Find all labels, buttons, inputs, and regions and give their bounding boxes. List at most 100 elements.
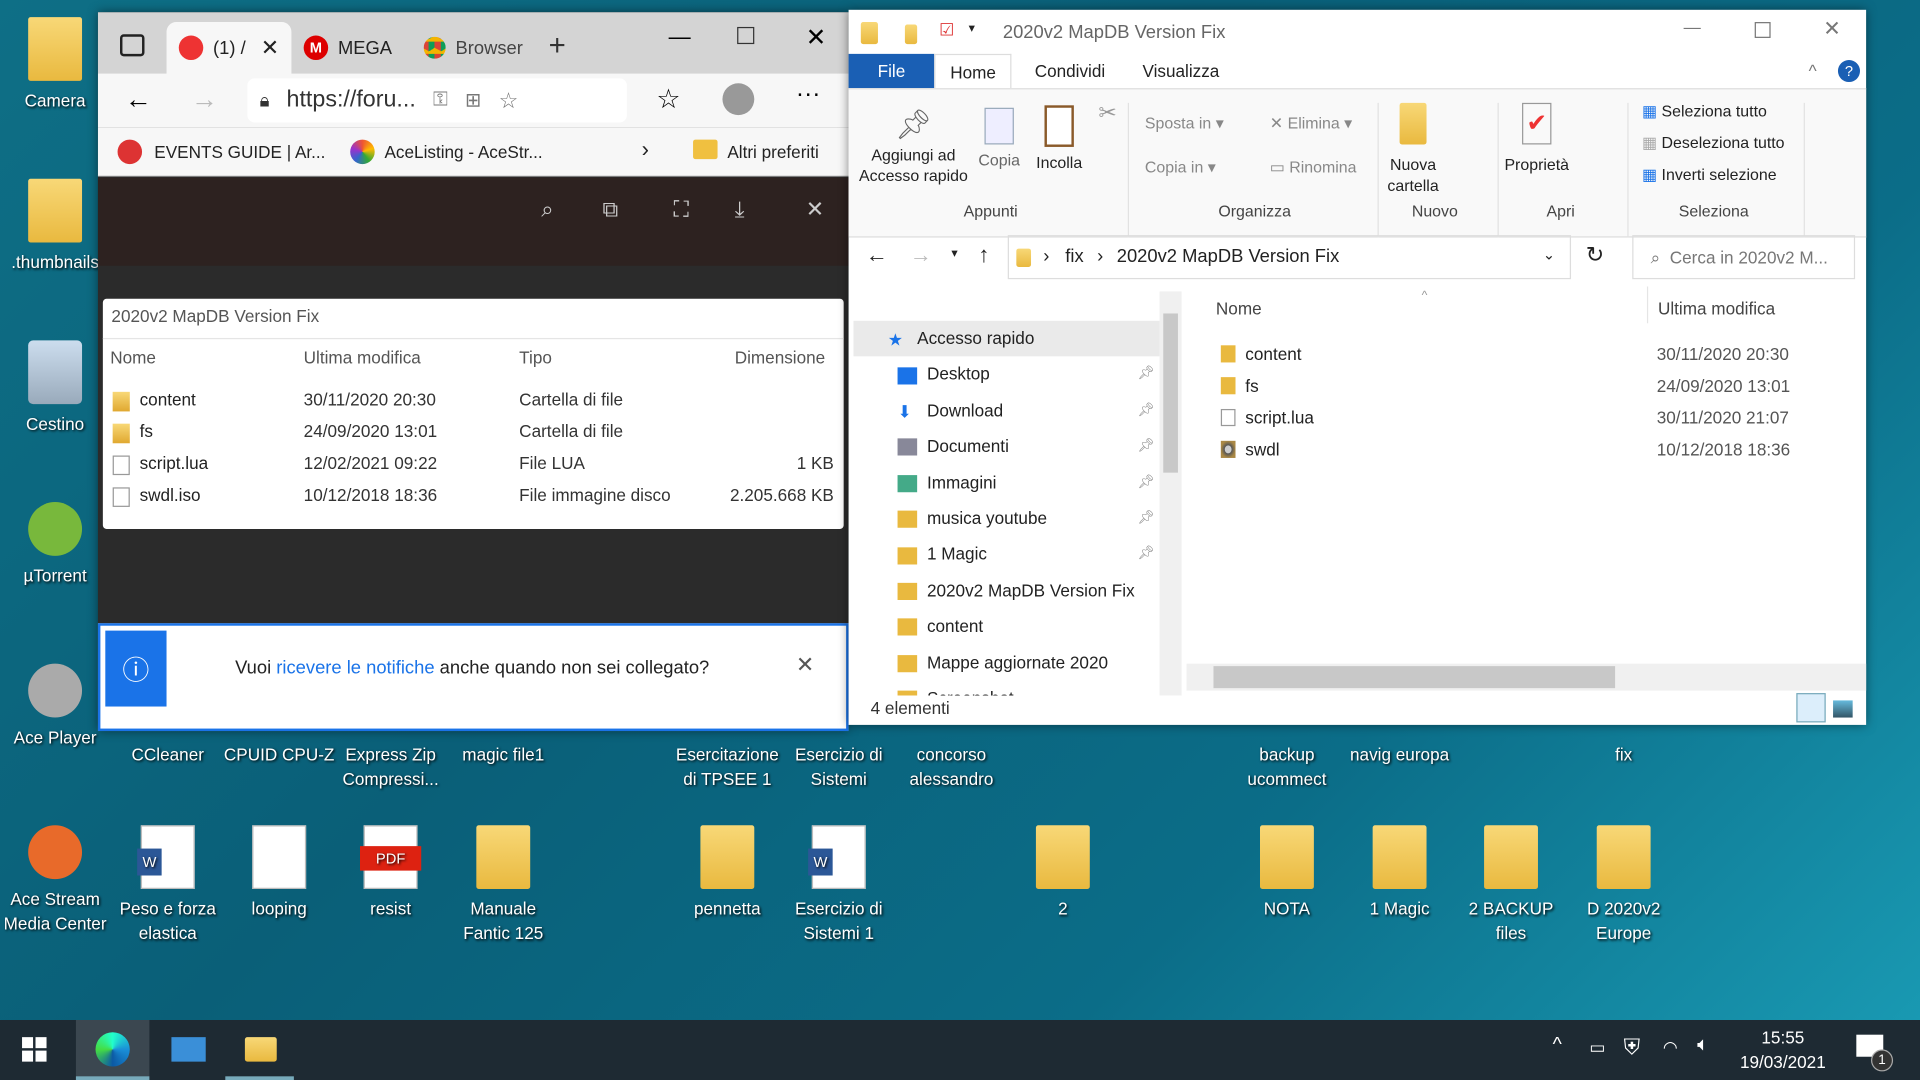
desktop-icon[interactable]: pennetta [671, 825, 784, 921]
security-shield-icon[interactable]: ⛨ [1624, 1035, 1641, 1061]
desktop-icon[interactable]: NOTA [1231, 825, 1344, 921]
tab-view[interactable]: Visualizza [1128, 54, 1234, 88]
minimize-button[interactable]: — [669, 24, 691, 50]
desktop-icon[interactable]: magic file1 [447, 742, 560, 766]
breadcrumb-current[interactable]: 2020v2 MapDB Version Fix [1117, 246, 1340, 267]
open-external-icon[interactable]: ⧉ [602, 197, 618, 223]
tab-share[interactable]: Condividi [1020, 54, 1120, 88]
desktop-icon[interactable]: Cestino [0, 340, 111, 436]
breadcrumb-fix[interactable]: fix [1065, 246, 1083, 267]
desktop-icon[interactable]: 2 BACKUP files [1455, 825, 1568, 945]
properties-button[interactable]: ✔ Proprietà [1500, 102, 1573, 175]
taskbar-explorer[interactable] [225, 1020, 294, 1080]
maximize-button[interactable] [1754, 22, 1771, 38]
favorite-acelisting[interactable]: AceListing - AceStr... [384, 142, 542, 162]
taskbar-mail[interactable] [171, 1037, 206, 1062]
pin-quick-access-button[interactable]: 📌︎ Aggiungi ad Accesso rapido [856, 108, 971, 186]
recent-locations-icon[interactable]: ▾ [951, 247, 957, 260]
desktop-icon[interactable]: D 2020v2 Europe [1567, 825, 1680, 945]
search-input[interactable]: ⌕ Cerca in 2020v2 M... [1632, 235, 1856, 280]
wifi-icon[interactable]: ◠ [1663, 1037, 1678, 1058]
other-favorites[interactable]: Altri preferiti [727, 142, 818, 162]
desktop-icon[interactable]: CPUID CPU-Z [223, 742, 336, 766]
desktop-icon[interactable]: W Esercizio di Sistemi 1 [782, 825, 895, 945]
nav-item[interactable]: content [897, 609, 1182, 645]
minimize-button[interactable]: — [1684, 17, 1701, 37]
collapse-ribbon-icon[interactable]: ^ [1809, 61, 1817, 81]
desktop-icon[interactable]: µTorrent [0, 502, 111, 588]
desktop-icon[interactable]: Express Zip Compressi... [334, 742, 447, 791]
nav-item[interactable]: Immagini 📌︎ [897, 465, 1182, 501]
copy-button[interactable]: Copia [971, 107, 1027, 170]
taskbar-edge[interactable] [75, 1020, 150, 1080]
desktop-icon[interactable]: CCleaner [111, 742, 224, 766]
enable-notifications-link[interactable]: ricevere le notifiche [276, 658, 434, 679]
col-modified[interactable]: Ultima modifica [1658, 299, 1775, 319]
copy-to-button[interactable]: Copia in ▾ [1145, 157, 1216, 178]
clock[interactable]: 15:55 19/03/2021 [1739, 1025, 1827, 1074]
close-button[interactable]: ✕ [1823, 17, 1840, 41]
desktop-icon[interactable]: Camera [0, 17, 111, 113]
add-favorite-icon[interactable]: ☆ [499, 88, 519, 114]
file-row[interactable]: swdl 10/12/2018 18:36 [1187, 433, 1867, 465]
download-icon[interactable]: ⤓ [735, 197, 745, 223]
close-viewer-icon[interactable]: ✕ [806, 197, 824, 223]
desktop-icon[interactable]: 1 Magic [1343, 825, 1456, 921]
tab-file[interactable]: File [848, 53, 935, 89]
close-notification-button[interactable]: ✕ [796, 653, 814, 679]
show-hidden-icons[interactable]: ^ [1553, 1035, 1562, 1057]
key-icon[interactable]: ⚿ [433, 89, 448, 111]
paste-button[interactable]: Incolla [1030, 105, 1089, 172]
forward-button[interactable]: → [191, 83, 218, 115]
close-window-button[interactable]: ✕ [806, 22, 827, 53]
file-row[interactable]: script.lua 30/11/2020 21:07 [1187, 402, 1867, 434]
desktop-icon[interactable]: concorso alessandro [895, 742, 1008, 791]
invert-selection-button[interactable]: ▦ Inverti selezione [1642, 164, 1777, 185]
new-folder-button[interactable]: Nuova cartella [1380, 102, 1446, 196]
tab-forum[interactable]: (1) / ✕ [166, 22, 292, 74]
nav-item[interactable]: ⬇ Download 📌︎ [898, 393, 1182, 429]
tab-home[interactable]: Home [934, 53, 1012, 89]
tab-actions-icon[interactable] [120, 34, 145, 57]
zoom-icon[interactable]: ⌕ [541, 197, 553, 223]
up-button[interactable]: ↑ [978, 242, 989, 268]
delete-button[interactable]: ✕ Elimina ▾ [1270, 113, 1352, 134]
new-tab-button[interactable]: + [549, 29, 566, 63]
desktop-icon[interactable]: Ace Stream Media Center [0, 825, 111, 935]
close-tab-icon[interactable]: ✕ [261, 35, 279, 61]
desktop-icon[interactable]: looping [223, 825, 336, 921]
desktop-icon[interactable]: Manuale Fantic 125 [447, 825, 560, 945]
tab-mega[interactable]: M MEGA [291, 22, 404, 73]
desktop-icon[interactable]: navig europa [1343, 742, 1456, 766]
desktop-icon[interactable]: 2 [1007, 825, 1120, 921]
customize-qa-icon[interactable]: ▾ [969, 22, 975, 35]
profile-avatar[interactable] [722, 83, 755, 116]
desktop-icon[interactable]: W Peso e forza elastica [111, 825, 224, 945]
desktop-icon[interactable]: Esercitazione di TPSEE 1 [671, 742, 784, 791]
fullscreen-icon[interactable]: ⛶ [673, 197, 688, 223]
address-bar[interactable]: › fix › 2020v2 MapDB Version Fix ⌄ [1007, 235, 1572, 280]
col-name[interactable]: Nome [1216, 299, 1262, 319]
address-bar[interactable]: 🔒︎ https://foru... ⚿ ⊞ ☆ [247, 78, 627, 123]
nav-item[interactable]: Mappe aggiornate 2020 [897, 645, 1182, 681]
properties-qa-icon[interactable]: ☑ [939, 20, 954, 41]
large-icons-view-button[interactable] [1833, 700, 1853, 718]
rename-button[interactable]: ▭ Rinomina [1270, 157, 1357, 178]
desktop-icon[interactable]: Ace Player [0, 663, 111, 750]
favorite-events-guide[interactable]: EVENTS GUIDE | Ar... [154, 142, 325, 162]
more-favorites-chevron-icon[interactable]: › [642, 137, 649, 163]
back-button[interactable]: ← [866, 242, 888, 268]
help-icon[interactable]: ? [1837, 60, 1861, 83]
apps-icon[interactable]: ⊞ [465, 88, 481, 112]
select-none-button[interactable]: ▦ Deseleziona tutto [1642, 132, 1785, 153]
start-button[interactable] [22, 1037, 47, 1062]
select-all-button[interactable]: ▦ Seleziona tutto [1642, 100, 1767, 121]
tab-browser[interactable]: Browser [411, 22, 533, 73]
file-row[interactable]: fs 24/09/2020 13:01 [1187, 370, 1867, 402]
maximize-button[interactable] [737, 26, 755, 45]
file-row[interactable]: content 30/11/2020 20:30 [1187, 338, 1867, 370]
desktop-icon[interactable]: Esercizio di Sistemi [782, 742, 895, 791]
nav-item[interactable]: ★ Accesso rapido [853, 320, 1160, 357]
cut-icon[interactable]: ✂ [1098, 100, 1116, 126]
back-button[interactable]: ← [125, 83, 152, 115]
